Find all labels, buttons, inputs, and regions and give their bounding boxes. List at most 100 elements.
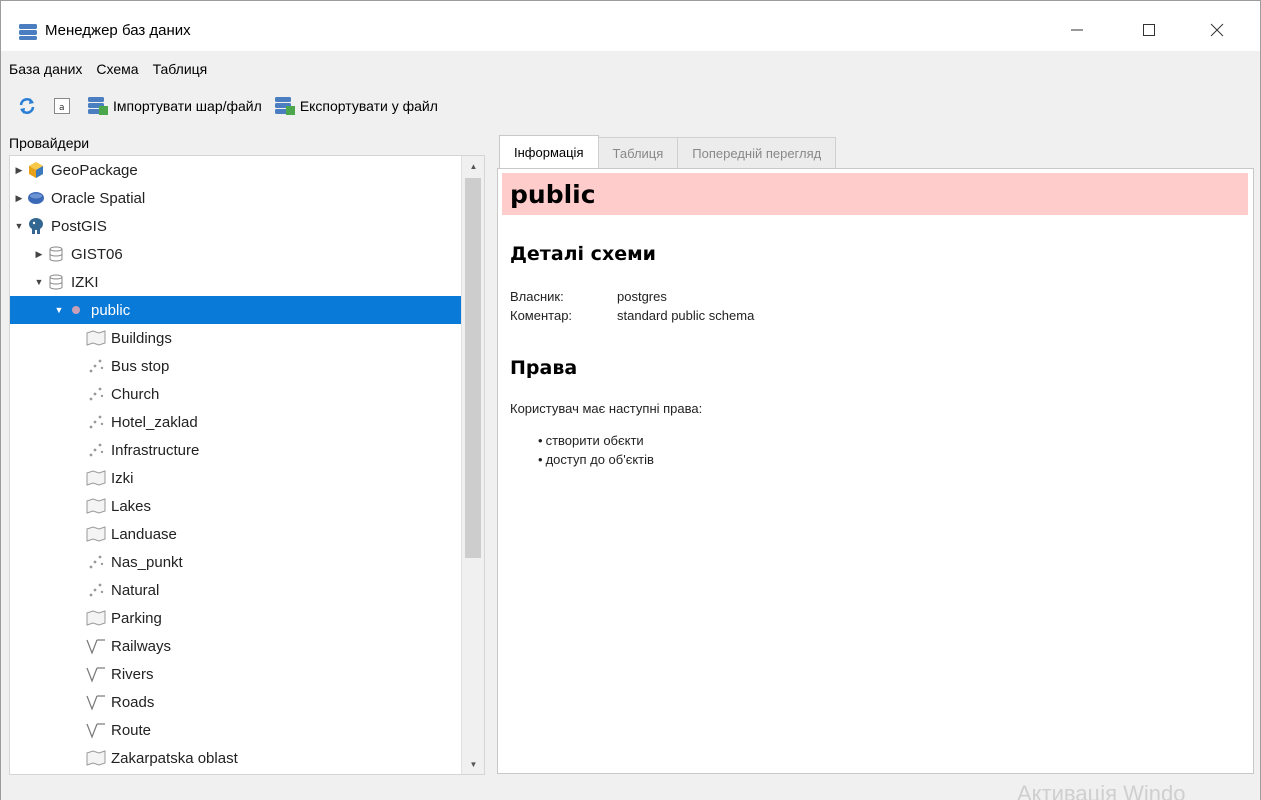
tree-item-parking[interactable]: Parking	[10, 604, 462, 632]
line-layer-icon	[86, 721, 106, 739]
window-title: Менеджер баз даних	[45, 22, 191, 39]
tree-item-label: Parking	[111, 609, 162, 627]
schema-details: Власник: postgres Коментар: standard pub…	[510, 287, 754, 325]
scroll-down-arrow-icon[interactable]: ▼	[462, 754, 484, 774]
tree-item-label: Natural	[111, 581, 160, 599]
database-icon	[46, 273, 66, 291]
tree-item-label: Lakes	[111, 497, 152, 515]
minimize-button[interactable]	[1057, 15, 1097, 45]
tree-item-label: Rivers	[111, 665, 154, 683]
tree-item-label: Nas_punkt	[111, 553, 183, 571]
tree-item-hotel-zaklad[interactable]: Hotel_zaklad	[10, 408, 462, 436]
point-layer-icon	[86, 441, 106, 459]
maximize-button[interactable]	[1129, 15, 1169, 45]
menu-table[interactable]: Таблиця	[151, 59, 210, 79]
info-panel: public Деталі схеми Власник: postgres Ко…	[497, 168, 1254, 774]
schema-icon	[66, 301, 86, 319]
export-file-icon	[274, 97, 295, 115]
collapse-arrow-icon[interactable]: ▼	[12, 221, 26, 231]
list-item: доступ до об'єктів	[538, 450, 654, 469]
tree-item-izki[interactable]: ▼ IZKI	[10, 268, 462, 296]
menu-bar: База даних Схема Таблиця	[1, 56, 1260, 82]
sql-window-button[interactable]: a	[53, 97, 75, 115]
geopackage-icon	[26, 161, 46, 179]
title-bar: Менеджер баз даних	[1, 1, 1260, 51]
tree-item-oracle-spatial[interactable]: ▶ Oracle Spatial	[10, 184, 462, 212]
tree-item-label: Oracle Spatial	[51, 189, 146, 207]
expand-arrow-icon[interactable]: ▶	[32, 249, 46, 260]
export-file-button[interactable]: Експортувати у файл	[274, 96, 438, 116]
polygon-layer-icon	[86, 329, 106, 347]
tree-item-roads[interactable]: Roads	[10, 688, 462, 716]
point-layer-icon	[86, 357, 106, 375]
tree-item-gist06[interactable]: ▶ GIST06	[10, 240, 462, 268]
tab-preview[interactable]: Попередній перегляд	[677, 137, 837, 169]
tree-item-label: GeoPackage	[51, 161, 138, 179]
providers-tree: ▶ GeoPackage ▶ Oracle Spatial ▼ PostGIS ▶ GIST0…	[9, 155, 485, 775]
polygon-layer-icon	[86, 525, 106, 543]
polygon-layer-icon	[86, 609, 106, 627]
line-layer-icon	[86, 665, 106, 683]
tab-info[interactable]: Інформація	[499, 135, 599, 169]
tree-item-lakes[interactable]: Lakes	[10, 492, 462, 520]
tree-item-landuase[interactable]: Landuase	[10, 520, 462, 548]
scroll-thumb[interactable]	[465, 178, 481, 558]
tree-item-label: PostGIS	[51, 217, 107, 235]
tab-table[interactable]: Таблиця	[597, 137, 679, 169]
polygon-layer-icon	[86, 469, 106, 487]
import-layer-button[interactable]: Імпортувати шар/файл	[87, 96, 262, 116]
tree-item-geopackage[interactable]: ▶ GeoPackage	[10, 156, 462, 184]
expand-arrow-icon[interactable]: ▶	[12, 193, 26, 204]
tree-item-buildings[interactable]: Buildings	[10, 324, 462, 352]
tree-scrollbar[interactable]: ▲ ▼	[461, 156, 484, 774]
tree-item-natural[interactable]: Natural	[10, 576, 462, 604]
rights-list: створити обєкти доступ до об'єктів	[538, 431, 654, 469]
owner-label: Власник:	[510, 289, 564, 304]
list-item: створити обєкти	[538, 431, 654, 450]
tree-item-nas-punkt[interactable]: Nas_punkt	[10, 548, 462, 576]
tree-item-church[interactable]: Church	[10, 380, 462, 408]
collapse-arrow-icon[interactable]: ▼	[52, 305, 66, 315]
menu-schema[interactable]: Схема	[94, 59, 140, 79]
tree-item-public[interactable]: ▼ public	[10, 296, 462, 324]
tree-item-label: Roads	[111, 693, 155, 711]
point-layer-icon	[86, 581, 106, 599]
svg-text:a: a	[59, 103, 65, 113]
export-file-label: Експортувати у файл	[299, 98, 438, 114]
rights-intro: Користувач має наступні права:	[510, 401, 703, 416]
schema-details-heading: Деталі схеми	[510, 243, 656, 265]
point-layer-icon	[86, 385, 106, 403]
tree-item-railways[interactable]: Railways	[10, 632, 462, 660]
tree-item-label: Hotel_zaklad	[111, 413, 198, 431]
tree-item-label: IZKI	[71, 273, 99, 291]
oracle-icon	[26, 189, 46, 207]
tree-item-infrastructure[interactable]: Infrastructure	[10, 436, 462, 464]
close-button[interactable]	[1197, 15, 1237, 45]
tree-item-izki[interactable]: Izki	[10, 464, 462, 492]
import-layer-label: Імпортувати шар/файл	[113, 98, 262, 114]
scroll-up-arrow-icon[interactable]: ▲	[462, 156, 484, 176]
expand-arrow-icon[interactable]: ▶	[12, 165, 26, 176]
collapse-arrow-icon[interactable]: ▼	[32, 277, 46, 287]
tree-item-label: GIST06	[71, 245, 123, 263]
comment-label: Коментар:	[510, 308, 573, 323]
db-manager-window: Менеджер баз даних База даних Схема Табл…	[0, 0, 1261, 800]
tree-item-label: Izki	[111, 469, 134, 487]
tree-item-label: Railways	[111, 637, 172, 655]
refresh-button[interactable]	[17, 96, 41, 116]
schema-name-header: public	[502, 173, 1248, 215]
tree-item-rivers[interactable]: Rivers	[10, 660, 462, 688]
tree-item-label: Bus stop	[111, 357, 170, 375]
database-icon	[46, 245, 66, 263]
menu-database[interactable]: База даних	[7, 59, 84, 79]
postgis-elephant-icon	[26, 217, 46, 235]
providers-title: Провайдери	[9, 135, 90, 151]
tree-item-route[interactable]: Route	[10, 716, 462, 744]
point-layer-icon	[86, 553, 106, 571]
tree-item-bus-stop[interactable]: Bus stop	[10, 352, 462, 380]
sql-window-icon: a	[54, 98, 70, 114]
point-layer-icon	[86, 413, 106, 431]
tree-item-zakarpatska-oblast[interactable]: Zakarpatska oblast	[10, 744, 462, 772]
toolbar: a Імпортувати шар/файл Експортувати у фа…	[1, 89, 1260, 123]
tree-item-postgis[interactable]: ▼ PostGIS	[10, 212, 462, 240]
